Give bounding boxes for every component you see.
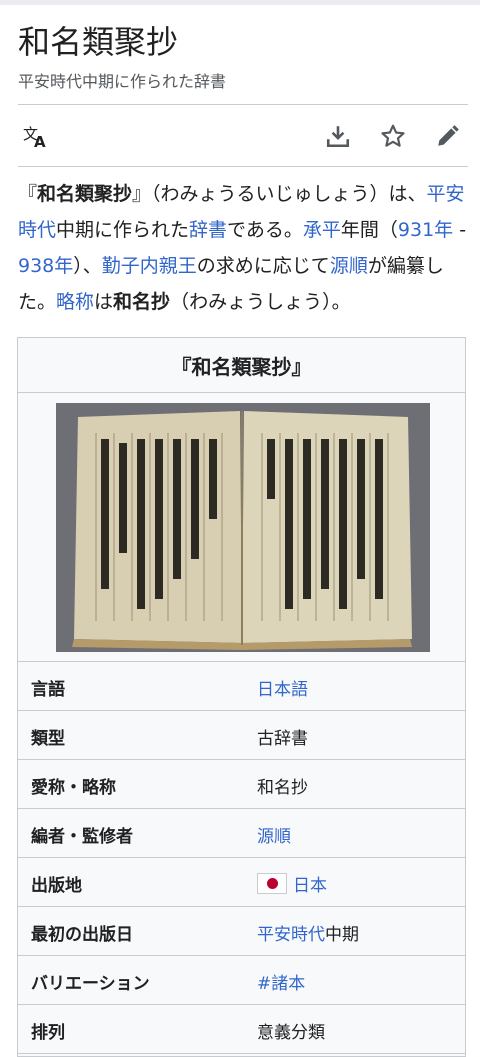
row-label: 排列 [31, 1023, 65, 1043]
japan-flag-icon [257, 872, 287, 894]
row-value: 中期 [325, 925, 359, 945]
lead-text: - [453, 219, 467, 241]
lead-bold-term: 和名類聚抄 [37, 183, 133, 205]
infobox-title: 『和名類聚抄』 [18, 338, 465, 393]
edit-icon[interactable] [431, 119, 465, 153]
infobox-row-language: 言語 日本語 [18, 662, 465, 711]
link-japan[interactable]: 日本 [293, 871, 327, 896]
download-icon[interactable] [321, 119, 355, 153]
row-label: 愛称・略称 [31, 778, 116, 798]
row-value: 意義分類 [257, 1023, 325, 1043]
infobox-row-type: 類型 古辞書 [18, 711, 465, 760]
link-dictionary[interactable]: 辞書 [189, 219, 227, 241]
top-bar [0, 0, 480, 5]
infobox-row-place: 出版地 日本 [18, 858, 465, 907]
lead-text: 中期に作られた [56, 219, 190, 241]
infobox-row-editor: 編者・監修者 源順 [18, 809, 465, 858]
lead-text: 』（わみょうるいじゅしょう）は、 [132, 183, 427, 205]
row-value: 古辞書 [257, 729, 308, 749]
infobox-row-variations: バリエーション #諸本 [18, 956, 465, 1005]
row-label: 最初の出版日 [31, 925, 133, 945]
row-value: 和名抄 [257, 778, 308, 798]
divider [18, 104, 468, 105]
link-variants[interactable]: #諸本 [257, 969, 305, 994]
svg-text:A: A [34, 133, 46, 150]
link-year-931[interactable]: 931年 [398, 219, 453, 241]
divider [18, 166, 468, 167]
lead-text: の求めに応じて [196, 255, 330, 277]
page-title: 和名類聚抄 [18, 23, 179, 61]
row-label: 言語 [31, 680, 65, 700]
row-label: 出版地 [31, 876, 82, 896]
lead-text: ）、 [73, 255, 102, 277]
star-icon[interactable] [376, 119, 410, 153]
page-actions: 文 A [18, 106, 468, 166]
link-japanese-language[interactable]: 日本語 [257, 675, 308, 700]
lead-paragraph: 『和名類聚抄』（わみょうるいじゅしょう）は、平安時代中期に作られた辞書である。承… [18, 176, 470, 320]
row-label: 類型 [31, 729, 65, 749]
link-princess-kinshi[interactable]: 勤子内親王 [102, 255, 197, 277]
lead-text: （わみょうしょう）。 [170, 291, 351, 313]
infobox-row-first-published: 最初の出版日 平安時代 中期 [18, 907, 465, 956]
book-photo[interactable] [56, 403, 430, 652]
link-abbreviation[interactable]: 略称 [56, 291, 94, 313]
lead-bold-term: 和名抄 [113, 291, 171, 313]
lead-text: である。 [227, 219, 303, 241]
link-johei[interactable]: 承平 [303, 219, 341, 241]
lead-text: 『 [18, 183, 38, 205]
row-label: バリエーション [31, 974, 150, 994]
language-icon[interactable]: 文 A [18, 119, 52, 153]
row-label: 編者・監修者 [31, 827, 133, 847]
infobox-row-abbreviation: 愛称・略称 和名抄 [18, 760, 465, 809]
page-subtitle: 平安時代中期に作られた辞書 [18, 72, 227, 91]
link-heian-period[interactable]: 平安時代 [257, 920, 325, 945]
link-year-938[interactable]: 938年 [18, 255, 73, 277]
infobox-image[interactable] [18, 393, 465, 662]
lead-text: は [94, 291, 114, 313]
link-minamoto-no-shitagou[interactable]: 源順 [330, 255, 368, 277]
infobox-row-arrangement: 排列 意義分類 [18, 1005, 465, 1054]
infobox: 『和名類聚抄』 言語 日本語 類型 古辞書 愛称・略称 和名抄 編者・監修者 源… [17, 337, 466, 1057]
link-editor[interactable]: 源順 [257, 822, 291, 847]
lead-text: 年間（ [340, 219, 398, 241]
